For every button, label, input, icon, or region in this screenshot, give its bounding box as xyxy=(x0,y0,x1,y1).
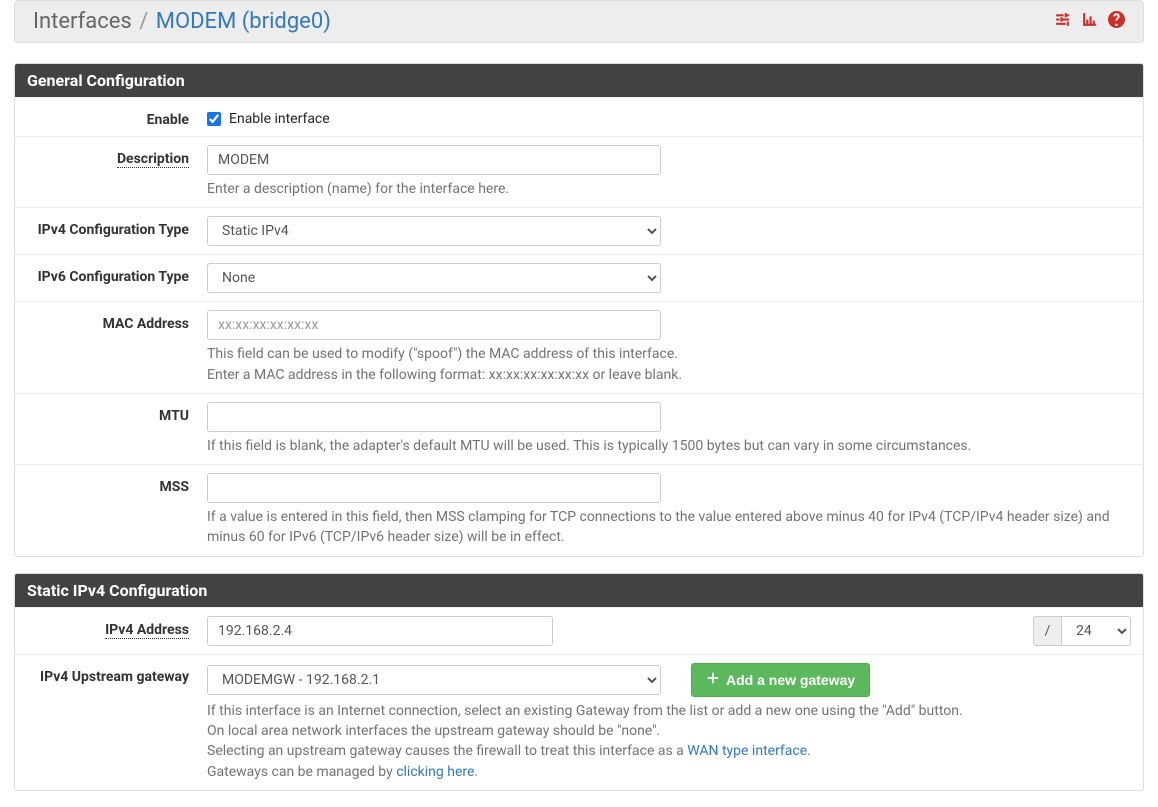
row-mac: MAC Address This field can be used to mo… xyxy=(15,301,1143,393)
label-mtu: MTU xyxy=(27,402,207,456)
header-actions xyxy=(1054,11,1125,32)
label-ipv6-type: IPv6 Configuration Type xyxy=(27,263,207,293)
ipv4-prefix-select[interactable]: 24 xyxy=(1061,616,1131,646)
mtu-input[interactable] xyxy=(207,402,661,432)
mac-input[interactable] xyxy=(207,310,661,340)
panel-static-ipv4: Static IPv4 Configuration IPv4 Address /… xyxy=(14,573,1144,791)
plus-icon xyxy=(706,671,720,688)
description-input[interactable] xyxy=(207,145,661,175)
enable-checkbox-row[interactable]: Enable interface xyxy=(207,106,1131,127)
panel-general-configuration: General Configuration Enable Enable inte… xyxy=(14,63,1144,557)
page-title: Interfaces / MODEM (bridge0) xyxy=(33,9,331,34)
mss-input[interactable] xyxy=(207,473,661,503)
label-mss: MSS xyxy=(27,473,207,548)
ipv6-type-select[interactable]: None xyxy=(207,263,661,293)
row-ipv4-gateway: IPv4 Upstream gateway MODEMGW - 192.168.… xyxy=(15,654,1143,790)
row-description: Description Enter a description (name) f… xyxy=(15,136,1143,207)
row-ipv6-type: IPv6 Configuration Type None xyxy=(15,254,1143,301)
panel-heading-general: General Configuration xyxy=(15,64,1143,97)
help-description: Enter a description (name) for the inter… xyxy=(207,179,1131,199)
enable-checkbox[interactable] xyxy=(207,112,221,126)
label-description: Description xyxy=(27,145,207,199)
help-gateway: If this interface is an Internet connect… xyxy=(207,701,1131,782)
add-gateway-button-label: Add a new gateway xyxy=(726,672,855,688)
breadcrumb-sub[interactable]: MODEM (bridge0) xyxy=(156,9,331,34)
add-gateway-button[interactable]: Add a new gateway xyxy=(691,663,870,697)
enable-checkbox-label: Enable interface xyxy=(229,111,330,127)
help-icon[interactable] xyxy=(1108,11,1125,32)
chart-icon[interactable] xyxy=(1081,11,1098,32)
ipv4-gateway-select[interactable]: MODEMGW - 192.168.2.1 xyxy=(207,665,661,695)
row-ipv4-type: IPv4 Configuration Type Static IPv4 xyxy=(15,207,1143,254)
page-header: Interfaces / MODEM (bridge0) xyxy=(14,0,1144,43)
wan-type-interface-link[interactable]: WAN type interface xyxy=(687,743,807,759)
row-enable: Enable Enable interface xyxy=(15,97,1143,136)
sliders-icon[interactable] xyxy=(1054,11,1071,32)
help-mac: This field can be used to modify ("spoof… xyxy=(207,344,1131,385)
label-ipv4-address: IPv4 Address xyxy=(27,616,207,646)
breadcrumb-main: Interfaces xyxy=(33,9,132,34)
label-enable: Enable xyxy=(27,106,207,128)
manage-gateways-link[interactable]: clicking here xyxy=(396,764,474,780)
row-ipv4-address: IPv4 Address / 24 xyxy=(15,607,1143,654)
ipv4-type-select[interactable]: Static IPv4 xyxy=(207,216,661,246)
ipv4-slash: / xyxy=(1033,616,1061,646)
row-mtu: MTU If this field is blank, the adapter'… xyxy=(15,393,1143,464)
help-mss: If a value is entered in this field, the… xyxy=(207,507,1131,548)
label-ipv4-gateway: IPv4 Upstream gateway xyxy=(27,663,207,782)
row-mss: MSS If a value is entered in this field,… xyxy=(15,464,1143,556)
help-mtu: If this field is blank, the adapter's de… xyxy=(207,436,1131,456)
ipv4-prefix-group: / 24 xyxy=(1033,616,1131,646)
label-mac: MAC Address xyxy=(27,310,207,385)
label-ipv4-type: IPv4 Configuration Type xyxy=(27,216,207,246)
ipv4-address-input[interactable] xyxy=(207,616,553,646)
panel-heading-static-ipv4: Static IPv4 Configuration xyxy=(15,574,1143,607)
breadcrumb-separator: / xyxy=(137,9,150,34)
